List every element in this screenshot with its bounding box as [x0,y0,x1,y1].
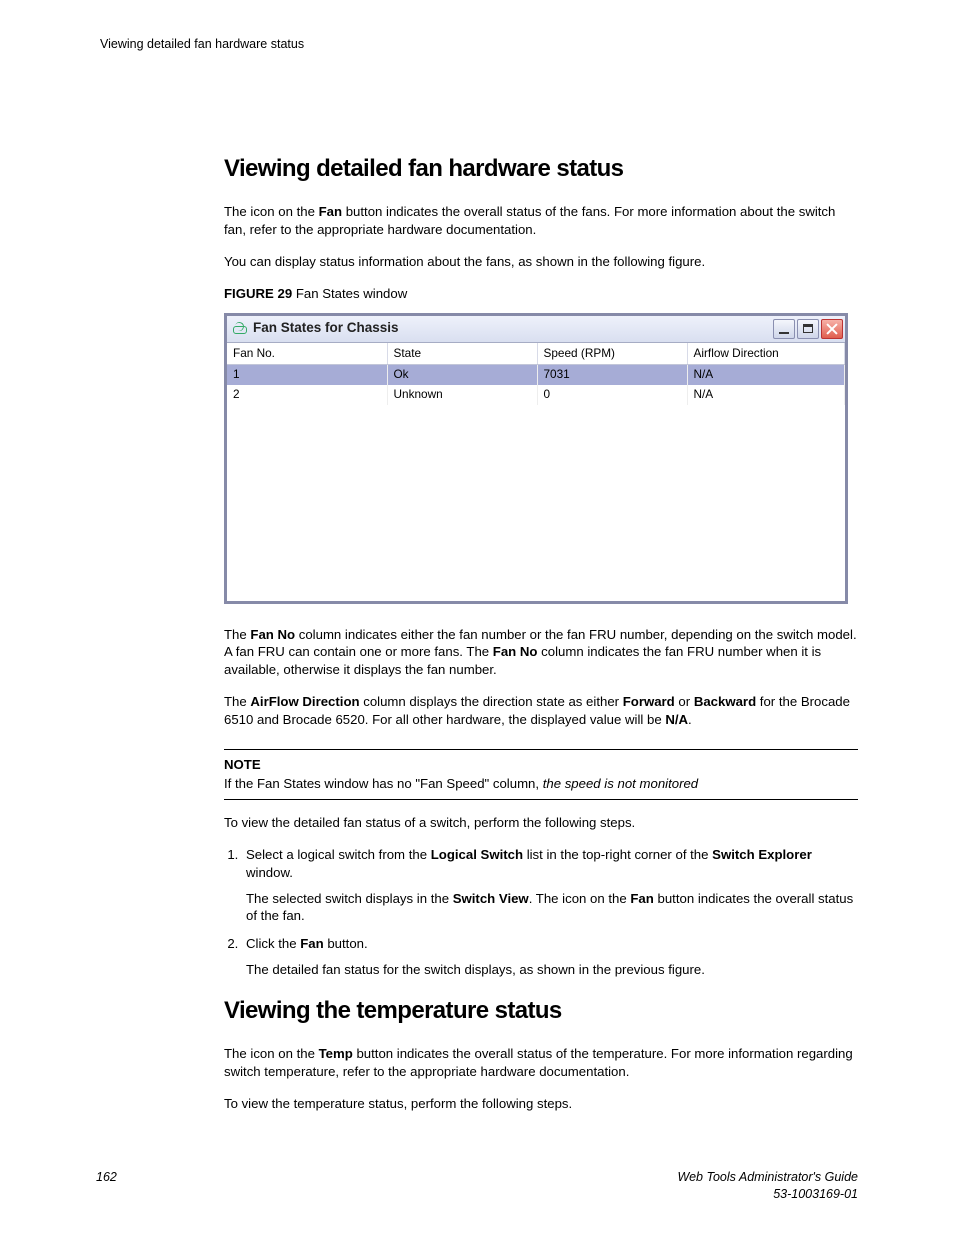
table-row[interactable]: 2Unknown0N/A [227,385,845,405]
steps-intro: To view the detailed fan status of a swi… [224,814,858,832]
maximize-button[interactable] [797,319,819,339]
section1-p2: You can display status information about… [224,253,858,271]
fan-states-table: Fan No. State Speed (RPM) Airflow Direct… [227,343,845,406]
close-button[interactable] [821,319,843,339]
fan-icon [231,321,247,337]
section1-heading: Viewing detailed fan hardware status [224,153,858,185]
col-fan-no[interactable]: Fan No. [227,343,387,365]
window-title: Fan States for Chassis [253,319,773,337]
note-rule-top [224,749,858,750]
table-row[interactable]: 1Ok7031N/A [227,365,845,385]
note-label: NOTE [224,756,858,774]
page-number: 162 [96,1169,117,1203]
step-2: Click the Fan button. The detailed fan s… [242,935,858,979]
window-titlebar: Fan States for Chassis [227,316,845,343]
note-rule-bottom [224,799,858,800]
close-icon [826,323,838,335]
after-fig-p4: The AirFlow Direction column displays th… [224,693,858,729]
figure29-caption: FIGURE 29 Fan States window [224,285,858,303]
section2-heading: Viewing the temperature status [224,995,858,1027]
note-body: If the Fan States window has no "Fan Spe… [224,775,858,793]
page-footer: 162 Web Tools Administrator's Guide 53-1… [96,1169,858,1203]
section2-p1: The icon on the Temp button indicates th… [224,1045,858,1081]
after-fig-p3: The Fan No column indicates either the f… [224,626,858,679]
step-2-body: The detailed fan status for the switch d… [246,961,858,979]
doc-title: Web Tools Administrator's Guide [678,1169,858,1186]
steps-list: Select a logical switch from the Logical… [224,846,858,979]
running-header: Viewing detailed fan hardware status [100,36,858,53]
fan-states-window: Fan States for Chassis Fan No. State Spe… [224,313,848,604]
col-speed[interactable]: Speed (RPM) [537,343,687,365]
section1-p1: The icon on the Fan button indicates the… [224,203,858,239]
col-state[interactable]: State [387,343,537,365]
section2-p2: To view the temperature status, perform … [224,1095,858,1113]
step-1-body: The selected switch displays in the Swit… [246,890,858,926]
step-1: Select a logical switch from the Logical… [242,846,858,925]
minimize-button[interactable] [773,319,795,339]
col-airflow[interactable]: Airflow Direction [687,343,845,365]
doc-id: 53-1003169-01 [678,1186,858,1203]
